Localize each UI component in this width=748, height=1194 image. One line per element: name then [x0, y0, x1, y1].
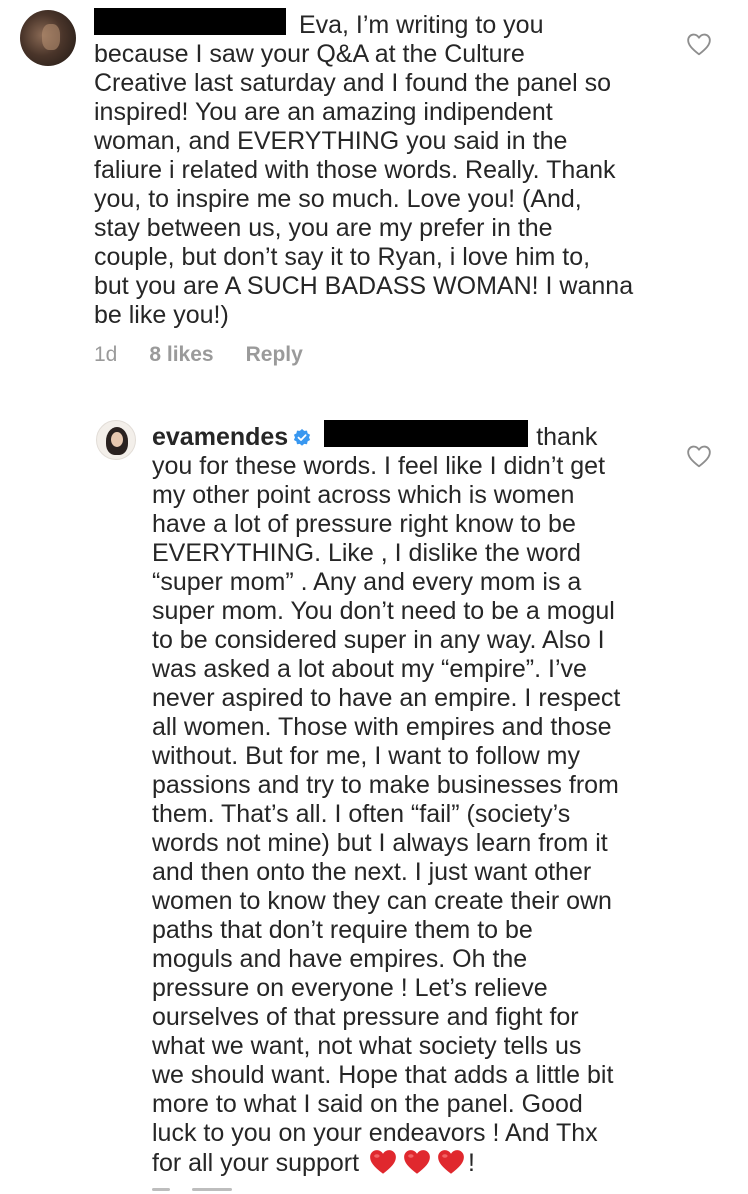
- comment-likes[interactable]: 8 likes: [149, 343, 213, 367]
- red-heart-emoji-icon: [438, 1150, 464, 1174]
- comment-text: Eva, I’m writing to you because I saw yo…: [94, 11, 634, 329]
- reply-username[interactable]: evamendes: [152, 423, 288, 451]
- heart-outline-icon[interactable]: [686, 444, 712, 468]
- evamendes-avatar[interactable]: [96, 420, 136, 460]
- reply-button[interactable]: Reply: [246, 343, 303, 367]
- redacted-username: [94, 8, 286, 35]
- reply-ending: !: [468, 1149, 475, 1177]
- comment-body: Eva, I’m writing to you because I saw yo…: [94, 8, 654, 330]
- comment-meta: 1d 8 likes Reply: [94, 343, 303, 367]
- heart-outline-icon[interactable]: [686, 32, 712, 56]
- comment-time: 1d: [94, 343, 118, 366]
- cut-off-meta-row: [152, 1186, 272, 1194]
- red-heart-emoji-icon: [404, 1150, 430, 1174]
- verified-badge-icon: [294, 429, 311, 446]
- reply-body: evamendes thank you for these words. I f…: [152, 420, 652, 1178]
- redacted-mention: [324, 420, 529, 447]
- commenter-avatar[interactable]: [20, 10, 76, 66]
- red-heart-emoji-icon: [370, 1150, 396, 1174]
- reply-text: thank you for these words. I feel like I…: [152, 423, 621, 1177]
